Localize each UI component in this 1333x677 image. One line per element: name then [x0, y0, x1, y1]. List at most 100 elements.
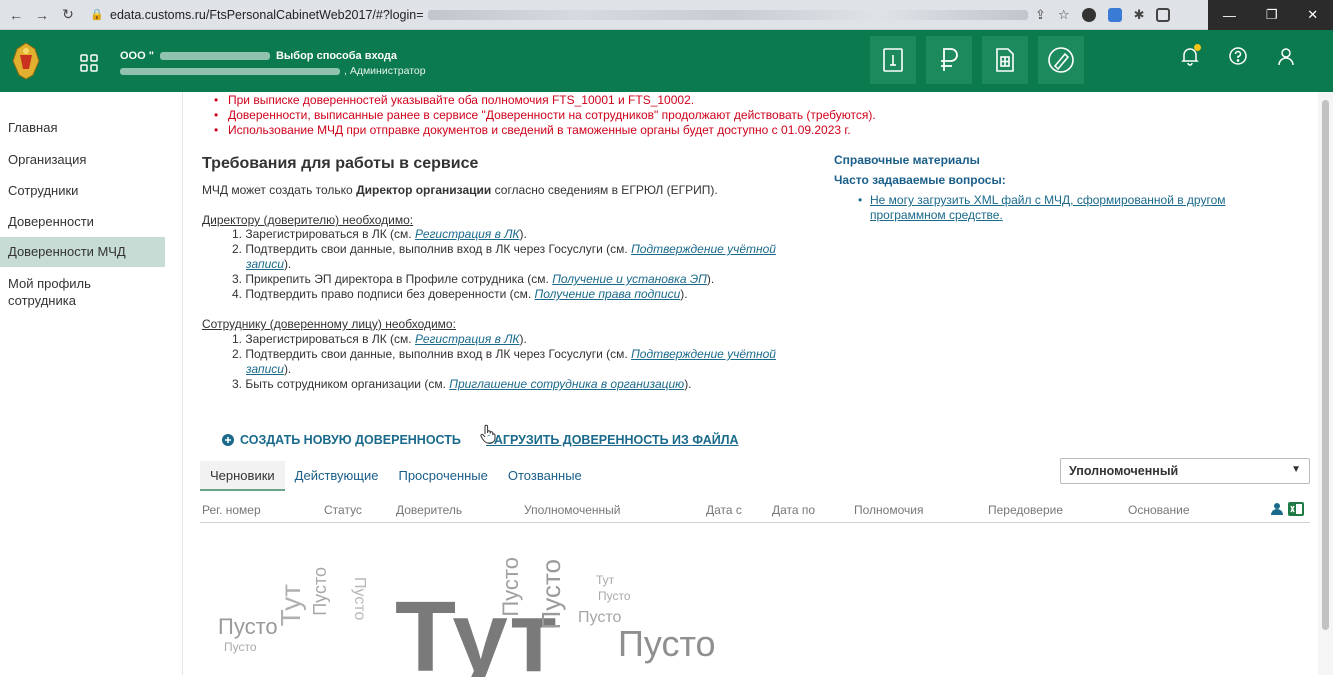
- account-confirmation-link[interactable]: записи: [246, 362, 284, 376]
- employee-heading: Сотруднику (доверенному лицу) необходимо…: [202, 317, 456, 331]
- declarations-button[interactable]: [870, 36, 916, 84]
- column-reg-number[interactable]: Рег. номер: [202, 503, 261, 517]
- tab-drafts[interactable]: Черновики: [200, 461, 285, 491]
- signature-button[interactable]: [1038, 36, 1084, 84]
- reload-icon[interactable]: ↻: [58, 5, 78, 25]
- faq-item-cont: программном средстве.: [870, 208, 1003, 223]
- role-filter-select[interactable]: Уполномоченный ▼: [1060, 458, 1310, 484]
- empty-state-word-cloud: Пусто Пусто Тут Пусто Пусто Тут Пусто Пу…: [200, 547, 720, 677]
- column-powers[interactable]: Полномочия: [854, 503, 923, 517]
- requirements-intro: МЧД может создать только Директор органи…: [202, 183, 718, 197]
- signature-install-link[interactable]: Получение и установка ЭП: [552, 272, 707, 286]
- header-user-tools: [1180, 44, 1296, 71]
- hand-cursor-icon: [480, 424, 496, 444]
- employee-step-1: 1. Зарегистрироваться в ЛК (см. Регистра…: [232, 332, 527, 346]
- bookmark-star-icon[interactable]: ☆: [1058, 7, 1070, 23]
- notification-dot: [1194, 44, 1201, 51]
- empty-word: Тут: [275, 584, 306, 627]
- invite-employee-link[interactable]: Приглашение сотрудника в организацию: [449, 377, 684, 391]
- upload-poa-label: Загрузить доверенность из файла: [486, 433, 739, 447]
- document-info-icon: [883, 48, 903, 72]
- org-name-redacted: [159, 52, 270, 60]
- forward-icon[interactable]: →: [32, 5, 52, 25]
- empty-word: Пусто: [351, 577, 368, 621]
- lock-icon: 🔒: [90, 9, 104, 21]
- page-scrollbar[interactable]: [1318, 92, 1333, 675]
- empty-word: Пусто: [536, 559, 566, 630]
- role-filter-value: Уполномоченный: [1069, 464, 1179, 478]
- column-basis[interactable]: Основание: [1128, 503, 1190, 517]
- faq-title: Часто задаваемые вопросы:: [834, 173, 1006, 187]
- user-role: , Администратор: [344, 65, 426, 77]
- empty-word: Пусто: [218, 614, 278, 639]
- signing-right-link[interactable]: Получение права подписи: [535, 287, 681, 301]
- apps-grid-icon[interactable]: [80, 54, 98, 72]
- account-confirmation-link[interactable]: Подтверждение учётной: [631, 347, 776, 361]
- account-confirmation-link[interactable]: Подтверждение учётной: [631, 242, 776, 256]
- director-step-4: 4. Подтвердить право подписи без доверен…: [232, 287, 688, 301]
- sidepanel-icon[interactable]: [1156, 8, 1171, 22]
- puzzle-icon[interactable]: ✱: [1134, 7, 1145, 23]
- empty-word: Тут: [395, 581, 559, 677]
- pen-signature-icon: [1048, 47, 1074, 73]
- browser-extensions: ⇪ ☆ ✱: [1035, 0, 1171, 30]
- share-icon[interactable]: ⇪: [1035, 7, 1046, 23]
- tab-expired[interactable]: Просроченные: [388, 461, 497, 491]
- window-controls: — ❐ ✕: [1208, 0, 1333, 30]
- registration-link[interactable]: Регистрация в ЛК: [415, 227, 520, 241]
- create-poa-label: Создать новую доверенность: [240, 433, 461, 447]
- column-redelegation[interactable]: Передоверие: [988, 503, 1063, 517]
- director-heading: Директору (доверителю) необходимо:: [202, 213, 414, 227]
- column-date-to[interactable]: Дата по: [772, 503, 815, 517]
- sidebar-item-home[interactable]: Главная: [0, 119, 165, 136]
- url-redacted: [427, 9, 1028, 20]
- back-icon[interactable]: ←: [6, 5, 26, 25]
- sidebar-item-employees[interactable]: Сотрудники: [0, 182, 165, 199]
- empty-word: Пусто: [618, 623, 716, 664]
- help-icon[interactable]: [1228, 46, 1248, 71]
- header-services: [870, 36, 1084, 86]
- export-user-icon[interactable]: [1270, 502, 1284, 519]
- faq-xml-upload-link[interactable]: программном средстве.: [870, 208, 1003, 222]
- tab-active[interactable]: Действующие: [285, 461, 389, 491]
- notice-text: Использование МЧД при отправке документо…: [228, 123, 851, 137]
- account-confirmation-link[interactable]: записи: [246, 257, 284, 271]
- reports-button[interactable]: [982, 36, 1028, 84]
- excel-export-icon[interactable]: [1288, 501, 1304, 520]
- user-profile-icon[interactable]: [1276, 46, 1296, 71]
- empty-word: Пусто: [310, 567, 330, 616]
- notice-item: • При выписке доверенностей указывайте об…: [214, 93, 695, 107]
- customs-emblem-logo[interactable]: [8, 40, 44, 82]
- table-header: Рег. номер Статус Доверитель Уполномочен…: [200, 499, 1310, 523]
- notice-item: • Доверенности, выписанные ранее в сервис…: [214, 108, 876, 122]
- empty-word: Пусто: [598, 589, 631, 603]
- address-bar[interactable]: 🔒 edata.customs.ru/FtsPersonalCabinetWeb…: [90, 8, 1028, 22]
- chevron-down-icon: ▼: [1291, 464, 1301, 475]
- upload-poa-button[interactable]: Загрузить доверенность из файла: [486, 433, 739, 447]
- column-representative[interactable]: Уполномоченный: [524, 503, 620, 517]
- scrollbar-thumb[interactable]: [1322, 100, 1329, 630]
- director-step-2-cont: записи).: [246, 257, 292, 271]
- minimize-icon[interactable]: —: [1223, 8, 1236, 23]
- sidebar-nav: Главная Организация Сотрудники Доверенно…: [0, 92, 168, 675]
- tab-revoked[interactable]: Отозванные: [498, 461, 592, 491]
- column-date-from[interactable]: Дата с: [706, 503, 742, 517]
- maximize-icon[interactable]: ❐: [1266, 7, 1278, 23]
- sidebar-item-organization[interactable]: Организация: [0, 151, 165, 168]
- extension-icon[interactable]: [1081, 8, 1096, 22]
- poa-tabs: Черновики Действующие Просроченные Отозв…: [200, 461, 1060, 491]
- notifications-bell-icon[interactable]: [1180, 44, 1201, 71]
- payments-button[interactable]: [926, 36, 972, 84]
- create-poa-button[interactable]: Создать новую доверенность: [222, 433, 461, 447]
- login-mode-link[interactable]: Выбор способа входа: [276, 50, 397, 62]
- faq-xml-upload-link[interactable]: Не могу загрузить XML файл с МЧД, сформи…: [870, 193, 1226, 207]
- column-status[interactable]: Статус: [324, 503, 362, 517]
- employee-step-2-cont: записи).: [246, 362, 292, 376]
- registration-link[interactable]: Регистрация в ЛК: [415, 332, 520, 346]
- column-principal[interactable]: Доверитель: [396, 503, 462, 517]
- sidebar-item-powers-of-attorney[interactable]: Доверенности: [0, 213, 165, 230]
- extension-icon[interactable]: [1107, 8, 1122, 22]
- sidebar-item-mchd[interactable]: Доверенности МЧД: [0, 237, 165, 267]
- sidebar-item-my-profile[interactable]: Мой профиль сотрудника: [0, 275, 110, 309]
- close-icon[interactable]: ✕: [1307, 7, 1318, 23]
